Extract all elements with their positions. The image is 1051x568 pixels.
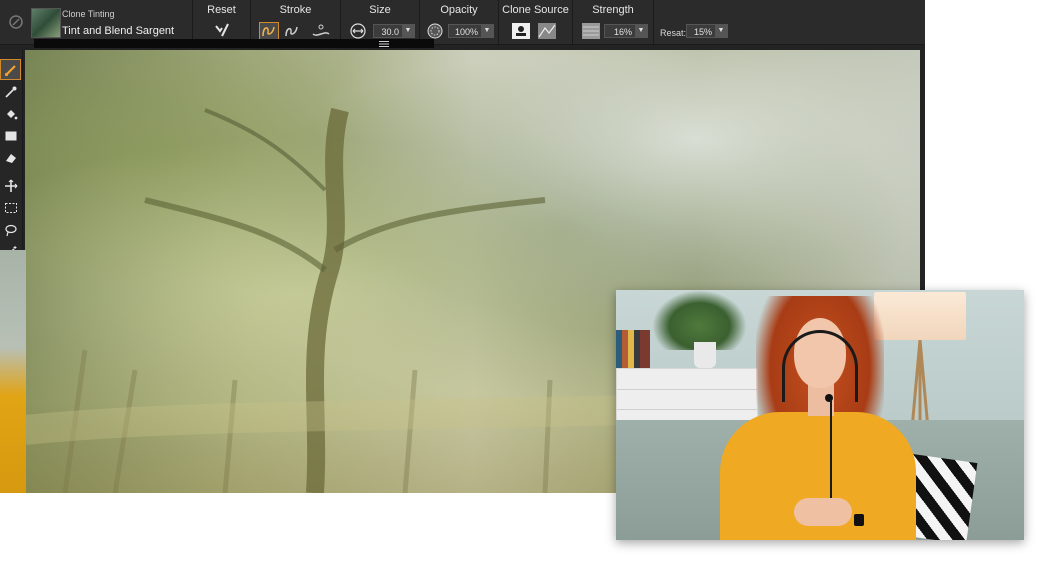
document-tab-strip xyxy=(34,39,434,48)
clone-source-stamp-icon[interactable] xyxy=(511,22,531,40)
size-value: 30.0 xyxy=(381,27,399,37)
tool-eraser[interactable] xyxy=(1,148,20,167)
tool-dropper[interactable] xyxy=(1,82,20,101)
resat-label: Resat: xyxy=(660,28,687,38)
resat-dropdown-arrow-icon[interactable]: ▼ xyxy=(715,25,727,37)
clone-source-title: Clone Source xyxy=(502,4,569,16)
opacity-value: 100% xyxy=(454,27,478,37)
rect-select-icon xyxy=(4,202,17,213)
brush-category-icon[interactable] xyxy=(31,8,61,38)
opacity-icon xyxy=(427,23,443,39)
brush-category-label[interactable]: Clone Tinting xyxy=(62,9,115,19)
presenter-hands xyxy=(794,498,852,526)
dropper-icon xyxy=(4,86,16,98)
background-video-edge xyxy=(0,250,26,493)
opacity-section: Opacity 100% ▼ xyxy=(420,0,499,44)
tool-rectangle-fill[interactable] xyxy=(1,126,20,145)
strength-value: 16% xyxy=(613,27,632,37)
rectangle-fill-icon xyxy=(5,131,16,140)
strength-section: Strength 16% ▼ xyxy=(573,0,654,44)
brush-variant-label[interactable]: Tint and Blend Sargent xyxy=(62,25,174,37)
opacity-title: Opacity xyxy=(440,4,478,16)
paint-bucket-icon xyxy=(6,109,17,119)
eraser-icon xyxy=(5,153,16,163)
tool-rect-select[interactable] xyxy=(1,198,20,217)
size-field[interactable]: 30.0 ▼ xyxy=(373,24,415,38)
stroke-title: Stroke xyxy=(279,4,312,16)
reset-title: Reset xyxy=(207,4,236,16)
tool-lasso[interactable] xyxy=(1,220,20,239)
lasso-icon xyxy=(4,224,17,236)
size-dropdown-arrow-icon[interactable]: ▼ xyxy=(402,25,414,37)
tool-paint-bucket[interactable] xyxy=(1,104,20,123)
reset-tool-icon[interactable] xyxy=(214,22,230,38)
stroke-section: Stroke xyxy=(251,0,341,44)
reset-section: Reset xyxy=(193,0,251,44)
strength-field[interactable]: 16% ▼ xyxy=(604,24,648,38)
transform-move-icon xyxy=(4,179,17,192)
opacity-dropdown-arrow-icon[interactable]: ▼ xyxy=(481,25,493,37)
size-icon xyxy=(350,23,366,39)
strength-texture-icon xyxy=(582,23,600,39)
strength-dropdown-arrow-icon[interactable]: ▼ xyxy=(635,25,647,37)
dresser-drawer-line xyxy=(617,389,757,390)
size-title: Size xyxy=(369,4,391,16)
wristwatch xyxy=(854,514,864,526)
resat-value: 15% xyxy=(693,27,712,37)
brush-rotate-icon[interactable] xyxy=(8,14,24,30)
headset-icon xyxy=(782,330,858,402)
strength-title: Strength xyxy=(592,4,634,16)
resat-field[interactable]: 15% ▼ xyxy=(686,24,728,38)
size-section: Size 30.0 ▼ xyxy=(341,0,420,44)
clone-source-section: Clone Source xyxy=(499,0,573,44)
shelf-books xyxy=(616,330,650,368)
tool-brush[interactable] xyxy=(0,59,21,80)
stroke-type-icon[interactable] xyxy=(311,22,331,40)
opacity-field[interactable]: 100% ▼ xyxy=(448,24,494,38)
tool-transform[interactable] xyxy=(1,176,20,195)
freehand-stroke-icon[interactable] xyxy=(259,22,279,40)
plant-pot xyxy=(694,342,716,368)
brush-selector-section: Clone Tinting Tint and Blend Sargent xyxy=(0,0,193,44)
panel-grip-icon[interactable] xyxy=(378,40,390,48)
dresser-drawer-line xyxy=(617,409,757,410)
brush-icon xyxy=(4,64,16,76)
headset-cable xyxy=(830,400,832,500)
clone-source-image-icon[interactable] xyxy=(537,22,557,40)
presenter-video xyxy=(616,290,1024,540)
houseplant xyxy=(652,290,747,350)
floor-lamp-shade xyxy=(874,292,966,340)
straight-stroke-icon[interactable] xyxy=(283,22,301,40)
